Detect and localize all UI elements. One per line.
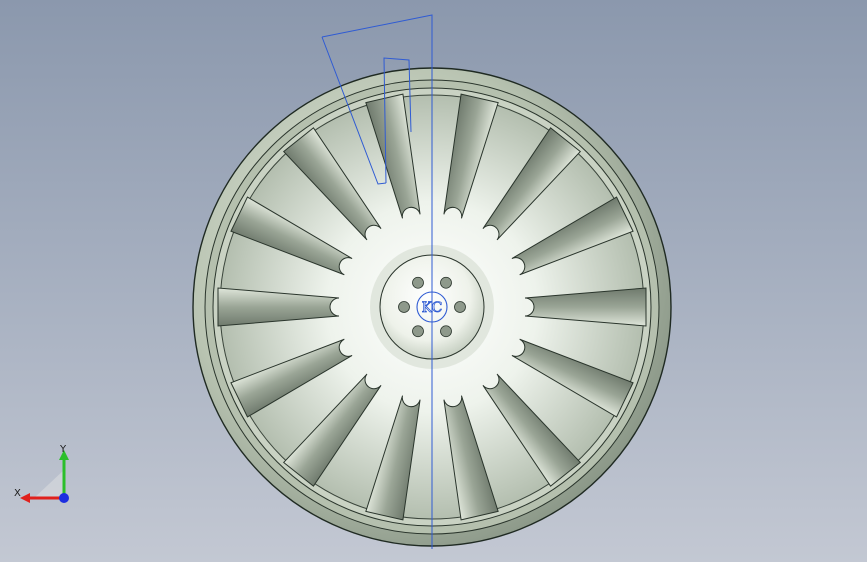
bolt-hole xyxy=(440,325,452,338)
wheel-model[interactable]: KC xyxy=(0,0,867,562)
coordinate-triad: Y X xyxy=(14,444,69,503)
z-axis-dot xyxy=(59,493,69,503)
y-axis-label: Y xyxy=(59,444,67,455)
bolt-hole xyxy=(398,301,410,313)
bolt-hole xyxy=(412,276,424,289)
x-axis-label: X xyxy=(14,488,21,499)
triad-plane xyxy=(34,470,64,498)
x-arrow-icon xyxy=(20,493,30,503)
bolt-hole xyxy=(412,325,424,338)
bolt-hole xyxy=(454,301,466,313)
graphics-viewport[interactable]: KC Y X xyxy=(0,0,867,562)
bolt-hole xyxy=(440,276,452,289)
